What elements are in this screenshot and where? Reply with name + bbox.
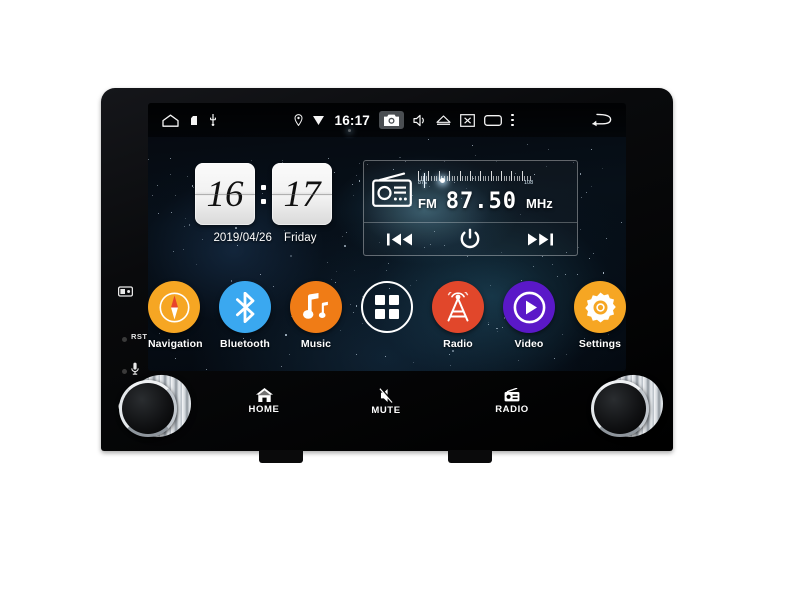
tune-knob-right[interactable]	[591, 372, 665, 440]
mute-icon	[379, 388, 393, 403]
gear-icon	[574, 281, 626, 333]
app-settings[interactable]: Settings	[574, 281, 626, 350]
radio-unit-label: MHz	[526, 195, 553, 211]
button-label: MUTE	[371, 405, 401, 416]
app-radio[interactable]: Radio	[432, 281, 484, 350]
apps-grid-icon	[361, 281, 413, 333]
camera-icon[interactable]	[379, 111, 405, 129]
app-music[interactable]: Music	[290, 281, 342, 350]
app-all-apps[interactable]	[361, 281, 413, 350]
tuner-max-label: 108	[524, 179, 534, 186]
location-pin-icon	[294, 114, 303, 126]
mic-pinhole	[122, 369, 127, 374]
eject-icon[interactable]	[436, 114, 451, 126]
radio-device-icon	[504, 388, 520, 402]
screenshot-canvas: 16:17 16 17 2019/04/26 Friday 87 108 FM …	[0, 0, 800, 600]
status-bar-center-group: 16:17	[294, 111, 514, 129]
reset-label: RST	[131, 332, 148, 341]
radio-frequency-value: 87.50	[445, 188, 518, 214]
app-label: Bluetooth	[220, 338, 270, 350]
app-label: Music	[300, 338, 332, 350]
home-hardware-button[interactable]: HOME	[229, 388, 299, 415]
clock-date-row: 2019/04/26 Friday	[195, 232, 335, 244]
volume-icon[interactable]	[413, 114, 427, 127]
flip-clock: 16 17	[195, 163, 335, 225]
mounting-tab-left	[259, 450, 303, 463]
signal-triangle-icon	[313, 116, 325, 125]
next-track-button[interactable]	[527, 232, 554, 247]
previous-track-button[interactable]	[387, 232, 413, 247]
mounting-tab-right	[448, 450, 492, 463]
tuner-scale[interactable]: 87 108	[418, 170, 569, 188]
sd-card-icon	[191, 115, 197, 125]
volume-knob-left[interactable]	[119, 372, 193, 440]
music-note-icon	[290, 281, 342, 333]
touchscreen-display[interactable]: 16:17 16 17 2019/04/26 Friday 87 108 FM …	[148, 103, 626, 371]
status-bar-clock: 16:17	[334, 112, 371, 128]
play-circle-icon	[503, 281, 555, 333]
microphone-icon	[131, 362, 139, 375]
tuner-ticks	[418, 170, 569, 181]
radio-widget[interactable]: 87 108 FM 87.50 MHz	[363, 160, 578, 256]
status-bar-right-group	[591, 113, 612, 127]
frequency-row: FM 87.50 MHz	[418, 189, 569, 214]
status-bar: 16:17	[148, 103, 626, 137]
radio-widget-top: 87 108 FM 87.50 MHz	[364, 161, 577, 223]
radio-info: 87 108 FM 87.50 MHz	[418, 170, 569, 214]
knob-face	[591, 380, 649, 437]
clock-date: 2019/04/26	[213, 232, 272, 244]
radio-hardware-button[interactable]: RADIO	[477, 388, 547, 415]
status-bar-left-group	[162, 114, 217, 127]
tuner-min-label: 87	[418, 179, 425, 186]
mute-hardware-button[interactable]: MUTE	[351, 388, 421, 416]
tuner-needle	[424, 172, 426, 188]
back-arrow-icon[interactable]	[591, 113, 612, 127]
app-label: Radio	[443, 338, 473, 350]
app-label: Navigation	[148, 338, 203, 350]
sd-card-slot-icon[interactable]	[118, 286, 133, 297]
app-video[interactable]: Video	[503, 281, 555, 350]
app-label: Video	[514, 338, 544, 350]
compass-icon	[148, 281, 200, 333]
radio-band-label: FM	[418, 195, 437, 211]
app-dock: Navigation Bluetooth Music Radio Video S…	[148, 281, 626, 350]
button-label: HOME	[248, 404, 280, 415]
reset-pinhole[interactable]	[122, 337, 127, 342]
grid-squares	[375, 295, 399, 319]
screen-off-icon[interactable]	[460, 113, 475, 127]
radio-tower-icon	[432, 281, 484, 333]
clock-minutes: 17	[272, 163, 332, 225]
clock-weekday: Friday	[284, 232, 317, 244]
overflow-menu-icon[interactable]	[511, 113, 514, 127]
usb-icon	[210, 114, 216, 126]
power-button[interactable]	[459, 228, 481, 251]
radio-controls	[364, 223, 577, 256]
clock-hours: 16	[195, 163, 255, 225]
car-head-unit-device: 16:17 16 17 2019/04/26 Friday 87 108 FM …	[101, 88, 673, 463]
app-navigation[interactable]: Navigation	[148, 281, 203, 350]
bluetooth-icon	[219, 281, 271, 333]
home-icon	[255, 388, 273, 402]
knob-face	[119, 380, 177, 437]
app-bluetooth[interactable]: Bluetooth	[219, 281, 271, 350]
clock-colon	[261, 184, 266, 204]
button-label: RADIO	[495, 404, 529, 415]
home-outline-icon[interactable]	[162, 114, 179, 127]
radio-icon	[372, 172, 412, 212]
recents-icon[interactable]	[484, 114, 502, 126]
clock-widget[interactable]: 16 17 2019/04/26 Friday	[195, 163, 335, 244]
app-label: Settings	[578, 338, 622, 350]
